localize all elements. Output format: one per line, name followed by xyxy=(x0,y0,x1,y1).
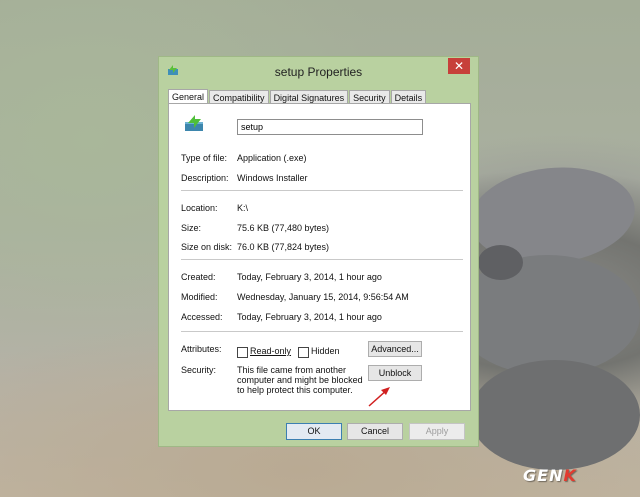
title-bar[interactable]: setup Properties ✕ xyxy=(159,57,478,85)
tab-security[interactable]: Security xyxy=(349,90,390,104)
security-message: This file came from another computer and… xyxy=(237,365,363,395)
readonly-label[interactable]: Read-only xyxy=(250,346,291,356)
size-on-disk-value: 76.0 KB (77,824 bytes) xyxy=(237,242,330,252)
accessed-label: Accessed: xyxy=(181,312,223,322)
tab-compatibility[interactable]: Compatibility xyxy=(209,90,269,104)
type-label: Type of file: xyxy=(181,153,228,163)
location-label: Location: xyxy=(181,203,218,213)
hidden-checkbox[interactable] xyxy=(298,347,309,358)
ok-button[interactable]: OK xyxy=(286,423,342,440)
location-value: K:\ xyxy=(237,203,249,213)
divider xyxy=(181,331,463,332)
divider xyxy=(181,259,463,260)
genk-watermark: GENK xyxy=(523,466,577,485)
properties-window: setup Properties ✕ General Compatibility… xyxy=(158,56,479,447)
close-button[interactable]: ✕ xyxy=(448,58,470,74)
tab-general[interactable]: General xyxy=(168,89,209,104)
readonly-checkbox[interactable] xyxy=(237,347,248,358)
general-panel: Type of file: Application (.exe) Descrip… xyxy=(168,103,471,411)
size-on-disk-label: Size on disk: xyxy=(181,242,233,252)
modified-value: Wednesday, January 15, 2014, 9:56:54 AM xyxy=(237,292,409,302)
description-label: Description: xyxy=(181,173,229,183)
created-value: Today, February 3, 2014, 1 hour ago xyxy=(237,272,382,282)
created-label: Created: xyxy=(181,272,216,282)
description-value: Windows Installer xyxy=(237,173,308,183)
security-label: Security: xyxy=(181,365,217,375)
unblock-button[interactable]: Unblock xyxy=(368,365,422,381)
tab-strip: General Compatibility Digital Signatures… xyxy=(168,89,427,104)
tab-details[interactable]: Details xyxy=(390,90,427,104)
accessed-value: Today, February 3, 2014, 1 hour ago xyxy=(237,312,382,322)
advanced-button[interactable]: Advanced... xyxy=(368,341,422,357)
type-value: Application (.exe) xyxy=(237,153,307,163)
cancel-button[interactable]: Cancel xyxy=(347,423,403,440)
modified-label: Modified: xyxy=(181,292,218,302)
size-value: 75.6 KB (77,480 bytes) xyxy=(237,223,330,233)
tab-digital-signatures[interactable]: Digital Signatures xyxy=(269,90,349,104)
apply-button[interactable]: Apply xyxy=(409,423,465,440)
divider xyxy=(181,190,463,191)
background-rock xyxy=(470,360,640,470)
annotation-arrow-icon xyxy=(368,387,390,407)
window-title: setup Properties xyxy=(274,65,363,79)
watermark-accent: K xyxy=(563,466,577,485)
file-name-input[interactable] xyxy=(237,119,423,135)
hidden-label[interactable]: Hidden xyxy=(311,346,340,356)
attributes-label: Attributes: xyxy=(181,344,222,354)
size-label: Size: xyxy=(181,223,202,233)
installer-icon xyxy=(185,115,203,131)
watermark-text: GEN xyxy=(523,466,564,485)
background-rock xyxy=(478,245,523,280)
